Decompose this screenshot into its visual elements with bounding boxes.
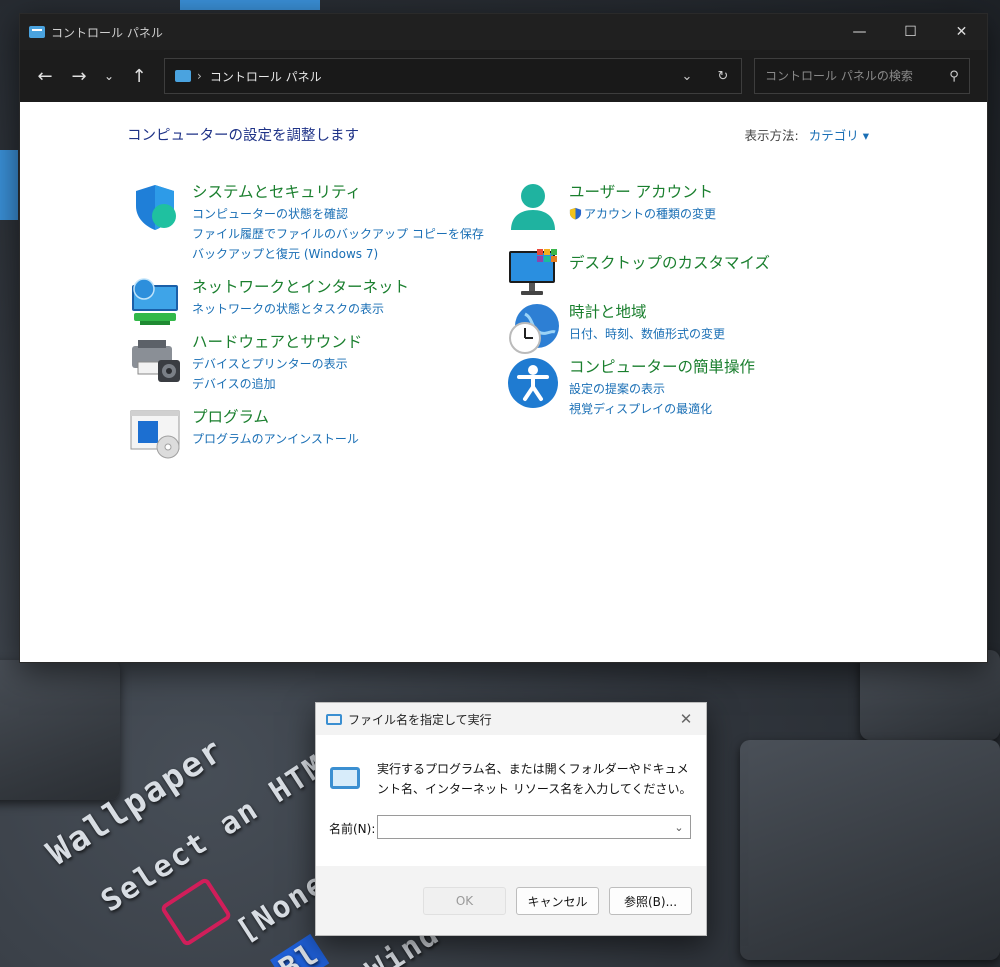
wallpaper-key	[740, 740, 1000, 960]
run-title-bar[interactable]: ファイル名を指定して実行 ✕	[316, 703, 706, 735]
printer-speaker-icon[interactable]	[130, 332, 184, 386]
network-globe-icon[interactable]	[130, 277, 184, 331]
close-icon[interactable]: ✕	[666, 710, 706, 728]
category-link[interactable]: デバイスとプリンターの表示	[192, 354, 362, 374]
wallpaper-key	[860, 650, 1000, 740]
uac-shield-icon	[569, 207, 582, 220]
run-window-icon	[330, 767, 360, 789]
category-title[interactable]: システムとセキュリティ	[192, 182, 484, 202]
category-link[interactable]: 日付、時刻、数値形式の変更	[569, 324, 725, 344]
category-user-accounts: ユーザー アカウント アカウントの種類の変更	[507, 182, 716, 236]
search-icon[interactable]: ⚲	[939, 69, 969, 84]
search-box[interactable]: ⚲	[754, 58, 970, 94]
wallpaper-blue-strip-left	[0, 150, 18, 220]
wallpaper-text: Bl	[270, 933, 330, 967]
name-combobox[interactable]: ⌄	[377, 815, 691, 839]
wallpaper-red-logo	[159, 876, 233, 948]
maximize-button[interactable]: ☐	[885, 14, 936, 50]
name-input[interactable]	[378, 816, 668, 838]
category-link[interactable]: デバイスの追加	[192, 374, 362, 394]
user-account-icon[interactable]	[507, 182, 561, 236]
category-link[interactable]: ネットワークの状態とタスクの表示	[192, 299, 409, 319]
category-link[interactable]: アカウントの種類の変更	[569, 204, 716, 224]
view-mode-dropdown[interactable]: カテゴリ ▾	[809, 128, 869, 143]
category-title[interactable]: 時計と地域	[569, 302, 725, 322]
category-link[interactable]: 設定の提案の表示	[569, 379, 755, 399]
run-icon	[326, 713, 342, 725]
chevron-down-icon[interactable]: ⌄	[669, 69, 705, 84]
category-title[interactable]: ユーザー アカウント	[569, 182, 716, 202]
category-link[interactable]: コンピューターの状態を確認	[192, 204, 484, 224]
minimize-button[interactable]: —	[834, 14, 885, 50]
browse-button[interactable]: 参照(B)...	[609, 887, 692, 915]
category-desktop-customization: デスクトップのカスタマイズ	[507, 247, 770, 301]
search-input[interactable]	[763, 68, 939, 84]
breadcrumb-control-panel[interactable]: コントロール パネル	[210, 68, 322, 85]
category-link[interactable]: ファイル履歴でファイルのバックアップ コピーを保存	[192, 224, 484, 244]
accessibility-icon[interactable]	[507, 357, 561, 411]
back-arrow-icon[interactable]: ←	[28, 59, 62, 93]
name-label: 名前(N):	[329, 822, 376, 836]
run-description: 実行するプログラム名、または開くフォルダーやドキュメント名、インターネット リソ…	[377, 762, 692, 796]
category-programs: プログラム プログラムのアンインストール	[130, 407, 359, 461]
control-panel-icon	[29, 26, 45, 38]
category-title[interactable]: ハードウェアとサウンド	[192, 332, 362, 352]
title-bar[interactable]: コントロール パネル — ☐ ✕	[20, 14, 987, 50]
shield-icon[interactable]	[130, 182, 184, 236]
category-title[interactable]: デスクトップのカスタマイズ	[569, 253, 770, 273]
run-dialog: ファイル名を指定して実行 ✕ 実行するプログラム名、または開くフォルダーやドキュ…	[315, 702, 707, 936]
clock-globe-icon[interactable]	[507, 302, 561, 356]
wallpaper-blue-strip	[180, 0, 320, 10]
category-hardware-sound: ハードウェアとサウンド デバイスとプリンターの表示 デバイスの追加	[130, 332, 362, 394]
run-dialog-body: 実行するプログラム名、または開くフォルダーやドキュメント名、インターネット リソ…	[316, 735, 706, 866]
category-system-security: システムとセキュリティ コンピューターの状態を確認 ファイル履歴でファイルのバッ…	[130, 182, 484, 264]
control-panel-icon	[175, 70, 191, 82]
forward-arrow-icon[interactable]: →	[62, 59, 96, 93]
category-link[interactable]: プログラムのアンインストール	[192, 429, 359, 449]
category-title[interactable]: ネットワークとインターネット	[192, 277, 409, 297]
refresh-icon[interactable]: ↻	[705, 69, 741, 84]
programs-disc-icon[interactable]	[130, 407, 184, 461]
control-panel-content: コンピューターの設定を調整します 表示方法: カテゴリ ▾ システムとセキュリテ…	[20, 102, 987, 660]
category-ease-of-access: コンピューターの簡単操作 設定の提案の表示 視覚ディスプレイの最適化	[507, 357, 755, 419]
page-title: コンピューターの設定を調整します	[127, 128, 359, 144]
close-button[interactable]: ✕	[936, 14, 987, 50]
view-mode: 表示方法: カテゴリ ▾	[745, 125, 869, 144]
window-title: コントロール パネル	[51, 25, 163, 40]
address-bar[interactable]: › コントロール パネル ⌄ ↻	[164, 58, 742, 94]
navigation-bar: ← → ⌄ ↑ › コントロール パネル ⌄ ↻ ⚲	[20, 50, 987, 102]
chevron-down-icon[interactable]: ⌄	[668, 821, 690, 834]
up-arrow-icon[interactable]: ↑	[122, 59, 156, 93]
category-network-internet: ネットワークとインターネット ネットワークの状態とタスクの表示	[130, 277, 409, 331]
recent-locations-chevron-icon[interactable]: ⌄	[96, 59, 122, 93]
wallpaper-key	[0, 660, 120, 800]
cancel-button[interactable]: キャンセル	[516, 887, 599, 915]
view-mode-label: 表示方法:	[744, 128, 799, 143]
category-link[interactable]: 視覚ディスプレイの最適化	[569, 399, 755, 419]
category-title[interactable]: コンピューターの簡単操作	[569, 357, 755, 377]
control-panel-window: コントロール パネル — ☐ ✕ ← → ⌄ ↑ › コントロール パネル ⌄ …	[19, 13, 988, 663]
ok-button[interactable]: OK	[423, 887, 506, 915]
category-title[interactable]: プログラム	[192, 407, 359, 427]
breadcrumb-separator: ›	[197, 69, 202, 83]
category-link[interactable]: バックアップと復元 (Windows 7)	[192, 244, 484, 264]
run-dialog-footer: OK キャンセル 参照(B)...	[316, 866, 706, 933]
run-dialog-title: ファイル名を指定して実行	[348, 712, 492, 727]
category-clock-region: 時計と地域 日付、時刻、数値形式の変更	[507, 302, 725, 356]
monitor-icon[interactable]	[507, 247, 561, 301]
